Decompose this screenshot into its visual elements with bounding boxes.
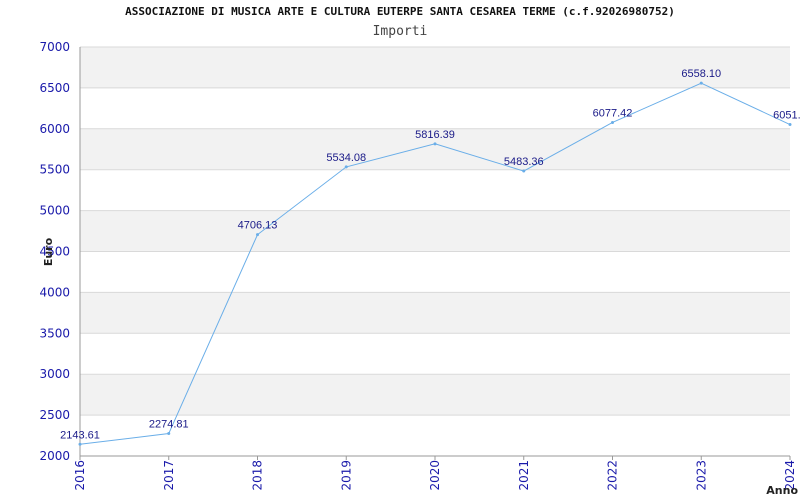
x-tick-label: 2017 xyxy=(162,460,176,491)
x-tick-label: 2023 xyxy=(694,460,708,491)
data-point xyxy=(344,165,348,169)
data-label: 6051.9 xyxy=(773,110,800,122)
y-tick-label: 7000 xyxy=(39,40,70,54)
data-label: 2274.81 xyxy=(149,419,189,431)
y-tick-label: 5000 xyxy=(39,204,70,218)
data-point xyxy=(167,432,171,436)
data-point xyxy=(611,120,614,124)
data-point xyxy=(788,123,792,127)
x-axis-label: Anno xyxy=(766,484,798,497)
x-tick-label: 2022 xyxy=(606,460,620,491)
y-tick-label: 2000 xyxy=(39,449,70,463)
y-tick-label: 6000 xyxy=(39,122,70,136)
line-chart: 2000250030003500400045005000550060006500… xyxy=(39,40,800,497)
data-label: 6077.42 xyxy=(593,107,633,119)
y-tick-label: 2500 xyxy=(39,408,70,422)
grid-band xyxy=(80,210,790,252)
y-tick-label: 5500 xyxy=(39,163,70,177)
data-point xyxy=(78,442,82,446)
data-label: 4706.13 xyxy=(238,220,278,232)
x-axis-ticks: 2016 2017 2018 2019 2020 2021 2022 2023 2024 xyxy=(73,456,797,491)
y-tick-label: 3500 xyxy=(39,326,70,340)
data-point xyxy=(699,81,703,85)
grid-band xyxy=(80,292,790,334)
data-label: 5483.36 xyxy=(504,156,544,168)
x-tick-label: 2018 xyxy=(251,460,265,491)
y-tick-label: 3000 xyxy=(39,367,70,381)
data-point xyxy=(433,142,437,146)
y-tick-label: 4000 xyxy=(39,285,70,299)
y-tick-label: 6500 xyxy=(39,81,70,95)
y-axis-label: Euro xyxy=(42,237,55,266)
x-tick-label: 2020 xyxy=(428,460,442,491)
x-tick-label: 2019 xyxy=(339,460,353,491)
data-label: 2143.61 xyxy=(60,429,100,441)
data-label: 5816.39 xyxy=(415,129,455,141)
data-point xyxy=(522,169,526,173)
background-bands xyxy=(80,47,790,416)
data-point xyxy=(256,233,259,237)
data-label: 5534.08 xyxy=(326,152,366,164)
x-tick-label: 2016 xyxy=(73,460,87,491)
data-label: 6558.10 xyxy=(681,68,721,80)
x-tick-label: 2021 xyxy=(517,460,531,491)
